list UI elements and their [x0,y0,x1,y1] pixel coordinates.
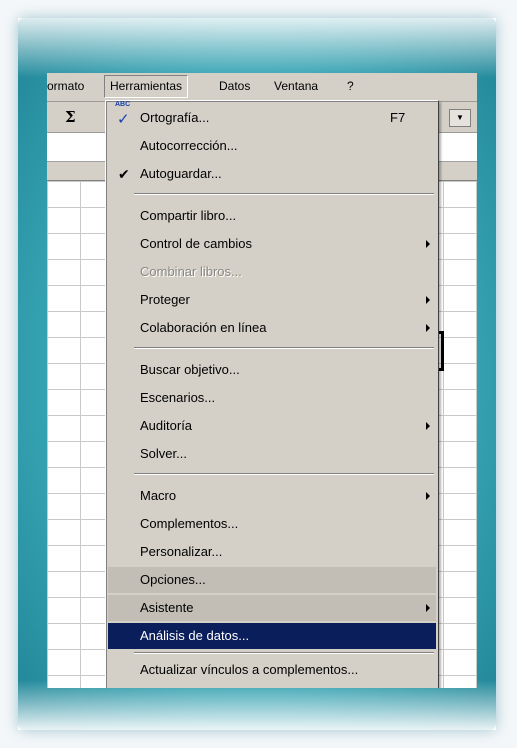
menu-item-proteger[interactable]: Proteger [108,287,436,313]
submenu-arrow-icon [426,422,430,430]
menu-item-personalizar[interactable]: Personalizar... [108,539,436,565]
shortcut-f7: F7 [390,110,406,125]
menu-item-escenarios[interactable]: Escenarios... [108,385,436,411]
menu-datos[interactable]: Datos [219,79,250,93]
menu-item-analisis-de-datos[interactable]: Análisis de datos... [108,623,436,649]
menu-item-autoguardar[interactable]: ✔ Autoguardar... [108,161,436,187]
frame-glow-top [18,18,496,78]
menu-item-autocorreccion[interactable]: Autocorrección... [108,133,436,159]
autosum-icon[interactable]: Σ [65,108,76,126]
submenu-arrow-icon [426,296,430,304]
menu-item-solver[interactable]: Solver... [108,441,436,467]
menu-item-control-de-cambios[interactable]: Control de cambios [108,231,436,257]
dropdown-arrow-icon[interactable]: ▼ [449,109,471,127]
spelling-icon: ABC ✓ [115,101,131,128]
menu-separator [134,193,434,195]
submenu-arrow-icon [426,324,430,332]
menu-separator [134,652,434,654]
menu-help[interactable]: ? [347,79,354,93]
menu-separator [134,347,434,349]
menu-item-complementos[interactable]: Complementos... [108,511,436,537]
submenu-arrow-icon [426,240,430,248]
herramientas-dropdown-menu: ABC ✓ Ortografía... F7 Autocorrección... … [105,100,439,688]
menu-item-colaboracion-en-linea[interactable]: Colaboración en línea [108,315,436,341]
menu-herramientas[interactable]: Herramientas [104,75,189,98]
menu-separator [134,473,434,475]
menu-item-asistente[interactable]: Asistente [108,595,436,621]
submenu-arrow-icon [426,492,430,500]
menu-item-ortografia[interactable]: ABC ✓ Ortografía... F7 [108,101,436,131]
checkmark-icon: ✔ [118,167,130,183]
menu-item-combinar-libros: Combinar libros... [140,264,242,279]
menu-item-auditoria[interactable]: Auditoría [108,413,436,439]
menu-bar: ormato Herramientas Datos Ventana ? [47,73,477,102]
menu-item-buscar-objetivo[interactable]: Buscar objetivo... [108,357,436,383]
excel-window: ormato Herramientas Datos Ventana ? Σ ▼ … [47,73,477,688]
menu-item-macro[interactable]: Macro [108,483,436,509]
submenu-arrow-icon [426,604,430,612]
menu-ventana[interactable]: Ventana [274,79,318,93]
menu-item-compartir-libro[interactable]: Compartir libro... [108,203,436,229]
menu-item-opciones[interactable]: Opciones... [108,567,436,593]
menu-formato[interactable]: ormato [47,79,84,93]
menu-item-actualizar-vinculos[interactable]: Actualizar vínculos a complementos... [108,657,436,683]
